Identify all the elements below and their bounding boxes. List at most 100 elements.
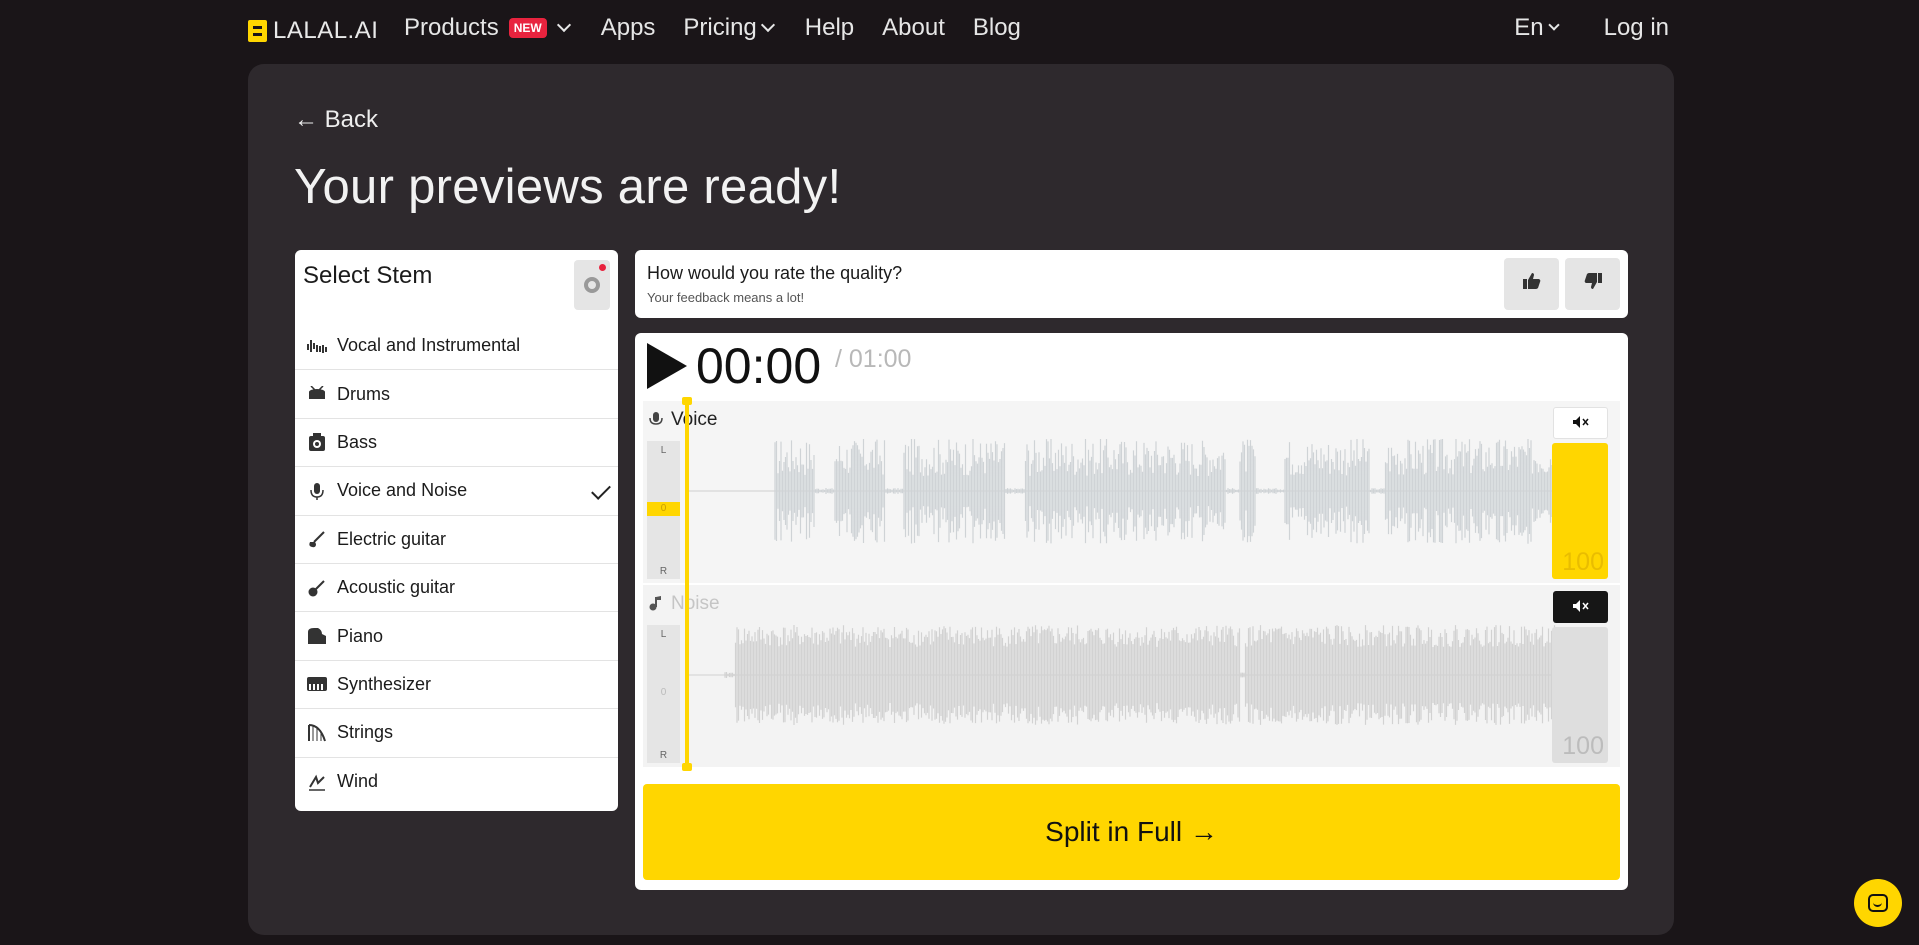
preview-card: ← Back Your previews are ready! Select S…: [248, 64, 1674, 935]
gear-icon: [584, 277, 600, 293]
harp-icon: [307, 723, 327, 742]
stem-list: Vocal and Instrumental Drums Bass Voice …: [295, 322, 618, 806]
nav-apps[interactable]: Apps: [601, 14, 656, 42]
volume-slider[interactable]: 100: [1552, 443, 1608, 579]
login-label: Log in: [1603, 14, 1669, 41]
playhead[interactable]: [682, 397, 692, 771]
pan-value: 0: [647, 502, 680, 516]
volume-value: 100: [1562, 548, 1604, 576]
stem-label: Piano: [337, 625, 384, 646]
nav-blog-label: Blog: [972, 14, 1021, 41]
nav-help-label: Help: [804, 14, 855, 41]
stem-item-strings[interactable]: Strings: [295, 709, 618, 758]
voice-waveform[interactable]: [685, 439, 1560, 579]
stem-label: Bass: [337, 431, 378, 452]
stem-item-acoustic-guitar[interactable]: Acoustic guitar: [295, 564, 618, 613]
notification-dot: [599, 264, 606, 271]
logo-icon: [248, 20, 267, 42]
nav-about[interactable]: About: [882, 14, 945, 42]
page-title: Your previews are ready!: [294, 160, 842, 214]
main-nav: Products NEW Apps Pricing Help About Blo…: [404, 14, 1021, 42]
mute-button[interactable]: [1553, 407, 1608, 439]
split-in-full-button[interactable]: Split in Full →: [643, 784, 1620, 880]
track-name: Noise: [671, 593, 720, 614]
stem-item-bass[interactable]: Bass: [295, 419, 618, 468]
speaker-muted-icon: [1572, 415, 1589, 431]
nav-products-label: Products: [404, 14, 499, 41]
nav-about-label: About: [882, 14, 945, 41]
pan-left-label: L: [660, 629, 667, 640]
pan-value: 0: [660, 687, 667, 698]
electric-guitar-icon: [307, 530, 327, 548]
language-label: En: [1514, 14, 1544, 41]
speaker-muted-icon: [1572, 599, 1589, 615]
music-note-icon: [649, 595, 663, 611]
volume-slider[interactable]: 100: [1552, 627, 1608, 763]
track-name: Voice: [671, 409, 718, 430]
thumbs-down-icon: [1584, 272, 1602, 296]
stem-label: Acoustic guitar: [337, 577, 456, 598]
thumbs-up-icon: [1522, 272, 1541, 296]
thumbs-up-button[interactable]: [1504, 258, 1559, 310]
stem-selector: Select Stem Vocal and Instrumental Drums: [295, 250, 618, 811]
drum-icon: [307, 385, 327, 403]
mute-button[interactable]: [1553, 591, 1608, 623]
nav-products[interactable]: Products NEW: [404, 14, 573, 42]
stem-item-wind[interactable]: Wind: [295, 758, 618, 806]
stem-label: Drums: [337, 383, 390, 404]
logo-text: LALAL.AI: [273, 17, 379, 44]
wind-icon: [307, 773, 327, 791]
nav-pricing-label: Pricing: [683, 14, 757, 41]
login-link[interactable]: Log in: [1604, 14, 1669, 42]
stem-item-vocal-instrumental[interactable]: Vocal and Instrumental: [295, 322, 618, 371]
checkmark-icon: [591, 480, 611, 501]
stem-label: Wind: [337, 771, 379, 792]
stem-item-piano[interactable]: Piano: [295, 612, 618, 661]
play-button[interactable]: [647, 343, 687, 389]
total-time: / 01:00: [835, 345, 912, 373]
pan-slider[interactable]: L 0 R: [647, 625, 680, 763]
back-button[interactable]: ← Back: [294, 106, 378, 134]
waveform-icon: [307, 337, 327, 355]
volume-value: 100: [1562, 732, 1604, 760]
stem-item-voice-noise[interactable]: Voice and Noise: [295, 467, 618, 516]
chevron-down-icon: [1547, 19, 1560, 31]
piano-icon: [307, 627, 327, 645]
top-navigation: LALAL.AI Products NEW Apps Pricing Help …: [0, 0, 1919, 62]
noise-waveform[interactable]: [685, 623, 1560, 763]
nav-blog[interactable]: Blog: [973, 14, 1021, 42]
new-badge: NEW: [508, 18, 547, 38]
chat-button[interactable]: [1854, 879, 1902, 927]
feedback-question: How would you rate the quality?: [647, 263, 903, 283]
quality-feedback: How would you rate the quality? Your fee…: [635, 250, 1628, 318]
stem-item-electric-guitar[interactable]: Electric guitar: [295, 516, 618, 564]
synthesizer-icon: [307, 675, 327, 693]
nav-right: En Log in: [1514, 14, 1669, 42]
stem-label: Vocal and Instrumental: [337, 335, 521, 356]
stem-settings-button[interactable]: [574, 260, 610, 310]
pan-left-label: L: [660, 445, 667, 456]
pan-right-label: R: [659, 566, 668, 577]
stem-item-synthesizer[interactable]: Synthesizer: [295, 661, 618, 710]
stem-label: Strings: [337, 722, 394, 743]
noise-track: Noise L 0 R 100: [643, 585, 1620, 767]
microphone-icon: [649, 411, 663, 427]
voice-track: Voice L 0 R 100: [643, 401, 1620, 583]
audio-player: 00:00 / 01:00 Voice L 0 R 100 Noise L 0 …: [635, 333, 1628, 890]
chat-icon: [1868, 894, 1888, 912]
microphone-icon: [307, 482, 327, 500]
nav-help[interactable]: Help: [805, 14, 854, 42]
stem-label: Electric guitar: [337, 528, 447, 549]
nav-apps-label: Apps: [600, 14, 656, 41]
stem-heading: Select Stem: [303, 262, 433, 289]
thumbs-down-button[interactable]: [1565, 258, 1620, 310]
language-selector[interactable]: En: [1514, 14, 1561, 42]
stem-item-drums[interactable]: Drums: [295, 370, 618, 419]
current-time: 00:00: [696, 338, 822, 394]
acoustic-guitar-icon: [307, 579, 327, 597]
stem-label: Voice and Noise: [337, 480, 468, 501]
nav-pricing[interactable]: Pricing: [683, 14, 776, 42]
chevron-down-icon: [556, 17, 571, 33]
pan-slider[interactable]: L 0 R: [647, 441, 680, 579]
logo[interactable]: LALAL.AI: [248, 17, 378, 45]
